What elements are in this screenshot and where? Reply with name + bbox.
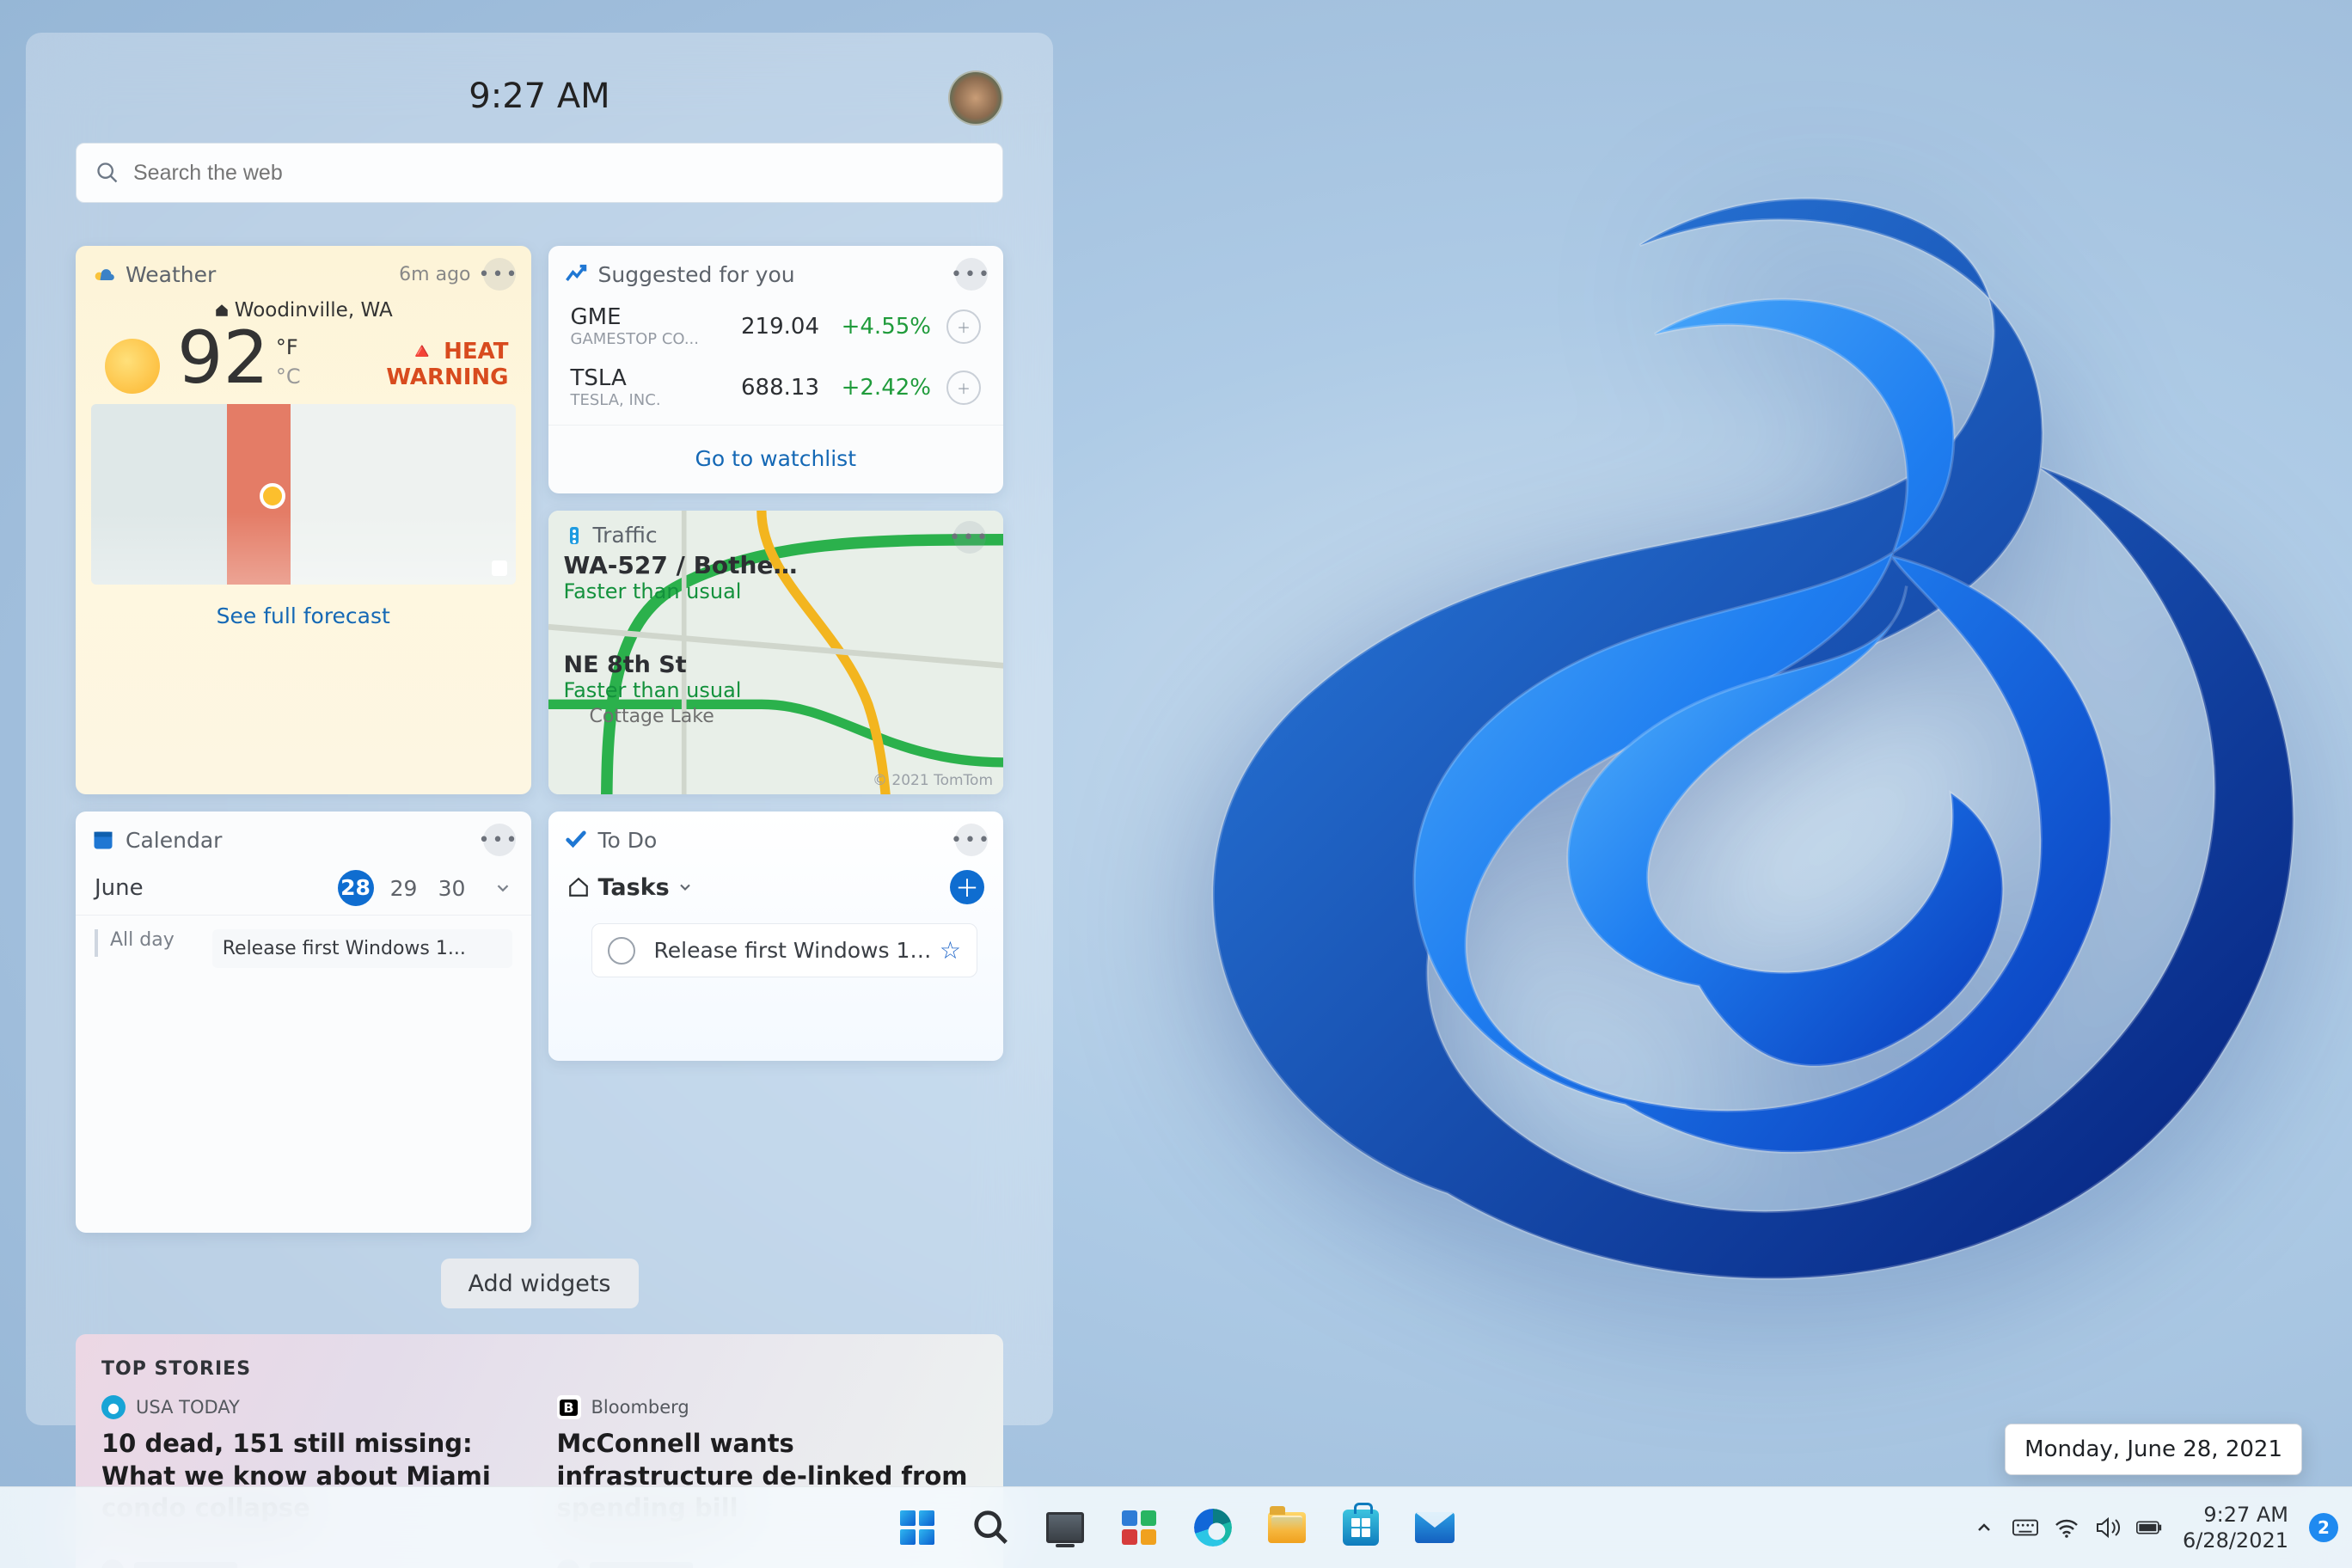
- stock-row[interactable]: GMEGAMESTOP CO... 219.04 +4.55% ＋: [548, 296, 1004, 357]
- search-bar[interactable]: [76, 143, 1003, 203]
- panel-clock: 9:27 AM: [469, 77, 609, 116]
- traffic-title: Traffic: [593, 523, 658, 548]
- keyboard-icon[interactable]: [2012, 1515, 2038, 1540]
- news-header: TOP STORIES: [101, 1358, 977, 1380]
- weather-more-button[interactable]: •••: [483, 258, 516, 291]
- todo-list-name[interactable]: Tasks: [598, 874, 670, 901]
- weather-icon: [91, 262, 115, 286]
- traffic-card[interactable]: ••• Traffic WA-527 / Bothell Eve... Fast…: [548, 511, 1004, 794]
- calendar-date-bar: June 28 29 30: [76, 861, 531, 916]
- chevron-down-icon[interactable]: [677, 879, 694, 896]
- star-icon[interactable]: ☆: [940, 936, 961, 965]
- stocks-title: Suggested for you: [598, 262, 795, 287]
- stocks-card[interactable]: Suggested for you ••• GMEGAMESTOP CO... …: [548, 246, 1004, 493]
- edge-button[interactable]: [1180, 1495, 1246, 1560]
- wifi-icon[interactable]: [2054, 1515, 2079, 1540]
- calendar-more-button[interactable]: •••: [483, 824, 516, 856]
- heat-warning: 🔺 HEAT WARNING: [386, 339, 508, 390]
- calendar-title: Calendar: [126, 828, 222, 853]
- sun-icon: [105, 339, 160, 394]
- calendar-day[interactable]: 30: [428, 876, 476, 901]
- calendar-allday-label: All day: [95, 929, 175, 957]
- calendar-day[interactable]: 29: [380, 876, 428, 901]
- weather-age: 6m ago: [399, 264, 470, 285]
- todo-card[interactable]: To Do ••• Tasks ＋ Release first Windows …: [548, 812, 1004, 1061]
- todo-more-button[interactable]: •••: [955, 824, 988, 856]
- tasks-home-icon: [567, 876, 590, 898]
- weather-card[interactable]: Weather 6m ago ••• Woodinville, WA 92 °F…: [76, 246, 531, 794]
- store-button[interactable]: [1328, 1495, 1393, 1560]
- add-task-button[interactable]: ＋: [950, 870, 984, 904]
- weather-title: Weather: [126, 262, 216, 287]
- temperature: 92 °F°C: [177, 322, 301, 394]
- go-to-watchlist-link[interactable]: Go to watchlist: [548, 425, 1004, 493]
- traffic-icon: [564, 525, 585, 546]
- search-button[interactable]: [959, 1495, 1024, 1560]
- stocks-icon: [564, 262, 588, 286]
- traffic-route-1: WA-527 / Bothell Eve...: [564, 551, 805, 579]
- stocks-more-button[interactable]: •••: [955, 258, 988, 291]
- chevron-down-icon[interactable]: [493, 879, 512, 897]
- notification-badge[interactable]: 2: [2309, 1513, 2338, 1542]
- search-icon: [971, 1508, 1011, 1547]
- calendar-event[interactable]: Release first Windows 1...: [212, 929, 512, 968]
- task-view-button[interactable]: [1032, 1495, 1098, 1560]
- todo-title: To Do: [598, 828, 658, 853]
- todo-icon: [564, 828, 588, 852]
- map-label: Cottage Lake: [590, 706, 805, 727]
- map-pin-icon: [260, 483, 285, 509]
- calendar-card[interactable]: Calendar ••• June 28 29 30 All day Relea…: [76, 812, 531, 1233]
- traffic-status-1: Faster than usual: [564, 579, 989, 603]
- weather-map[interactable]: [91, 404, 516, 585]
- stock-row[interactable]: TSLATESLA, INC. 688.13 +2.42% ＋: [548, 357, 1004, 418]
- calendar-day-current[interactable]: 28: [338, 870, 374, 906]
- taskbar: 9:27 AM 6/28/2021 2: [0, 1486, 2352, 1568]
- desktop: 9:27 AM Weather 6m ago ••• Woodinville, …: [0, 0, 2352, 1568]
- search-input[interactable]: [132, 160, 983, 187]
- search-icon: [95, 161, 119, 185]
- taskbar-clock[interactable]: 9:27 AM 6/28/2021: [2177, 1502, 2294, 1553]
- traffic-route-2: NE 8th St: [564, 652, 805, 678]
- map-copyright: © 2021 TomTom: [873, 772, 993, 789]
- add-widgets-button[interactable]: Add widgets: [441, 1259, 639, 1308]
- date-tooltip: Monday, June 28, 2021: [2005, 1424, 2302, 1475]
- add-stock-button[interactable]: ＋: [946, 309, 981, 344]
- mail-button[interactable]: [1402, 1495, 1467, 1560]
- task-checkbox[interactable]: [608, 937, 635, 965]
- widgets-button[interactable]: [1106, 1495, 1172, 1560]
- see-full-forecast-link[interactable]: See full forecast: [76, 585, 531, 651]
- calendar-icon: [91, 828, 115, 852]
- user-avatar[interactable]: [948, 70, 1003, 126]
- widgets-panel: 9:27 AM Weather 6m ago ••• Woodinville, …: [26, 33, 1053, 1425]
- bloomberg-icon: B: [557, 1395, 581, 1419]
- traffic-status-2: Faster than usual: [564, 678, 805, 702]
- weather-location: Woodinville, WA: [76, 299, 531, 322]
- battery-icon[interactable]: [2136, 1515, 2162, 1540]
- start-button[interactable]: [885, 1495, 950, 1560]
- usa-today-icon: ●: [101, 1395, 126, 1419]
- file-explorer-button[interactable]: [1254, 1495, 1320, 1560]
- add-stock-button[interactable]: ＋: [946, 371, 981, 405]
- task-item[interactable]: Release first Windows 11... ☆: [591, 923, 978, 977]
- volume-icon[interactable]: [2095, 1515, 2121, 1540]
- tray-chevron-icon[interactable]: [1971, 1515, 1997, 1540]
- task-text: Release first Windows 11...: [654, 938, 940, 963]
- wallpaper-bloom: [940, 156, 2352, 1489]
